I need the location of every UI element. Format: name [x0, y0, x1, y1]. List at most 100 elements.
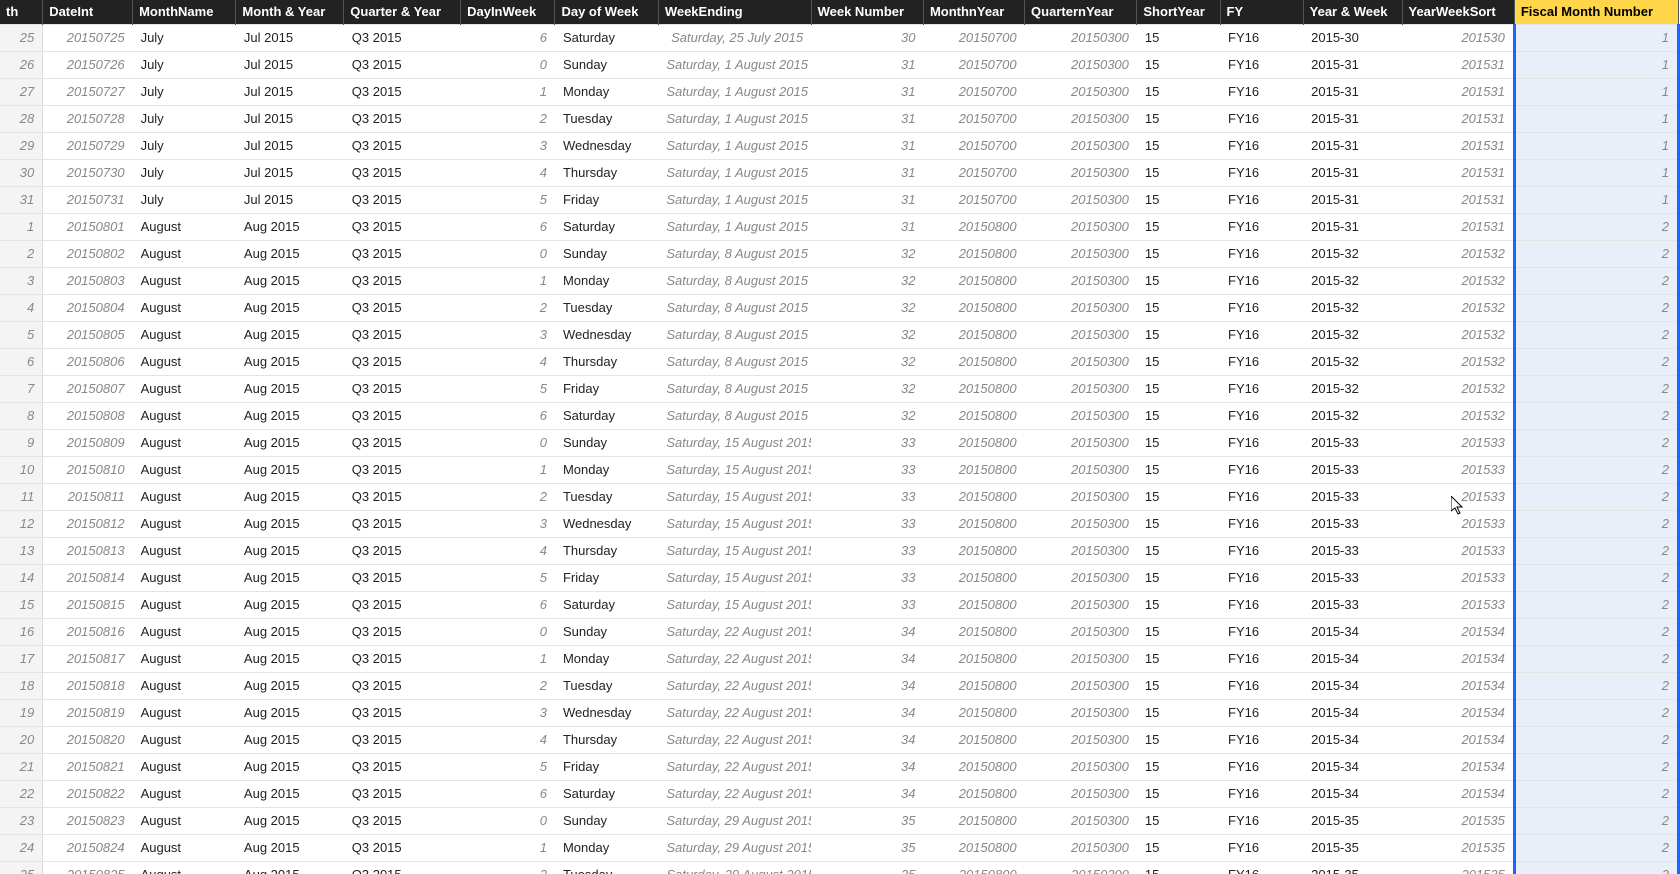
cell-dateInt[interactable]: 20150805 — [43, 321, 133, 348]
cell-monthYear[interactable]: Aug 2015 — [236, 510, 344, 537]
cell-quarterYear[interactable]: Q3 2015 — [344, 429, 461, 456]
col-header-yearWeekSort[interactable]: YearWeekSort — [1402, 0, 1514, 24]
cell-shortYear[interactable]: 15 — [1137, 348, 1220, 375]
cell-monthYear[interactable]: Aug 2015 — [236, 429, 344, 456]
cell-dayOfMonth[interactable]: 27 — [0, 78, 43, 105]
cell-yearWeek[interactable]: 2015-34 — [1303, 618, 1402, 645]
cell-weekNumber[interactable]: 32 — [811, 375, 923, 402]
cell-fiscalMonth[interactable]: 1 — [1514, 51, 1678, 78]
cell-monthYear[interactable]: Aug 2015 — [236, 834, 344, 861]
cell-monthnYear[interactable]: 20150700 — [923, 105, 1024, 132]
cell-shortYear[interactable]: 15 — [1137, 618, 1220, 645]
cell-quarternYear[interactable]: 20150300 — [1025, 213, 1137, 240]
cell-monthnYear[interactable]: 20150800 — [923, 510, 1024, 537]
cell-dayInWeek[interactable]: 2 — [461, 861, 555, 874]
cell-quarternYear[interactable]: 20150300 — [1025, 834, 1137, 861]
cell-dayOfWeek[interactable]: Thursday — [555, 348, 658, 375]
cell-shortYear[interactable]: 15 — [1137, 564, 1220, 591]
cell-quarternYear[interactable]: 20150300 — [1025, 564, 1137, 591]
cell-monthYear[interactable]: Aug 2015 — [236, 537, 344, 564]
cell-dayInWeek[interactable]: 5 — [461, 564, 555, 591]
table-row[interactable]: 1020150810AugustAug 2015Q3 20151MondaySa… — [0, 456, 1679, 483]
cell-weekNumber[interactable]: 32 — [811, 294, 923, 321]
cell-yearWeekSort[interactable]: 201533 — [1402, 483, 1514, 510]
cell-fiscalMonth[interactable]: 1 — [1514, 105, 1678, 132]
cell-monthYear[interactable]: Aug 2015 — [236, 483, 344, 510]
cell-quarterYear[interactable]: Q3 2015 — [344, 78, 461, 105]
cell-monthYear[interactable]: Jul 2015 — [236, 105, 344, 132]
cell-weekEnding[interactable]: Saturday, 8 August 2015 — [658, 321, 811, 348]
cell-weekNumber[interactable]: 32 — [811, 240, 923, 267]
table-row[interactable]: 2120150821AugustAug 2015Q3 20155FridaySa… — [0, 753, 1679, 780]
cell-weekEnding[interactable]: Saturday, 1 August 2015 — [658, 105, 811, 132]
cell-quarterYear[interactable]: Q3 2015 — [344, 294, 461, 321]
cell-weekEnding[interactable]: Saturday, 1 August 2015 — [658, 159, 811, 186]
cell-dateInt[interactable]: 20150727 — [43, 78, 133, 105]
cell-dayOfWeek[interactable]: Monday — [555, 456, 658, 483]
cell-monthnYear[interactable]: 20150700 — [923, 132, 1024, 159]
cell-shortYear[interactable]: 15 — [1137, 726, 1220, 753]
col-header-dateInt[interactable]: DateInt — [43, 0, 133, 24]
table-row[interactable]: 720150807AugustAug 2015Q3 20155FridaySat… — [0, 375, 1679, 402]
table-row[interactable]: 1620150816AugustAug 2015Q3 20150SundaySa… — [0, 618, 1679, 645]
cell-weekNumber[interactable]: 34 — [811, 645, 923, 672]
cell-dayOfWeek[interactable]: Thursday — [555, 537, 658, 564]
cell-quarternYear[interactable]: 20150300 — [1025, 510, 1137, 537]
cell-yearWeek[interactable]: 2015-31 — [1303, 159, 1402, 186]
cell-dayInWeek[interactable]: 6 — [461, 402, 555, 429]
cell-weekNumber[interactable]: 33 — [811, 456, 923, 483]
cell-fy[interactable]: FY16 — [1220, 78, 1303, 105]
table-row[interactable]: 2220150822AugustAug 2015Q3 20156Saturday… — [0, 780, 1679, 807]
cell-dayOfMonth[interactable]: 11 — [0, 483, 43, 510]
cell-quarternYear[interactable]: 20150300 — [1025, 267, 1137, 294]
cell-fy[interactable]: FY16 — [1220, 537, 1303, 564]
cell-monthnYear[interactable]: 20150800 — [923, 591, 1024, 618]
cell-monthnYear[interactable]: 20150700 — [923, 24, 1024, 51]
cell-yearWeekSort[interactable]: 201531 — [1402, 105, 1514, 132]
cell-monthName[interactable]: August — [133, 213, 236, 240]
cell-dayOfMonth[interactable]: 20 — [0, 726, 43, 753]
cell-dayInWeek[interactable]: 0 — [461, 51, 555, 78]
cell-quarternYear[interactable]: 20150300 — [1025, 456, 1137, 483]
cell-quarterYear[interactable]: Q3 2015 — [344, 159, 461, 186]
cell-monthYear[interactable]: Aug 2015 — [236, 375, 344, 402]
cell-quarternYear[interactable]: 20150300 — [1025, 132, 1137, 159]
cell-shortYear[interactable]: 15 — [1137, 699, 1220, 726]
cell-quarternYear[interactable]: 20150300 — [1025, 483, 1137, 510]
cell-fiscalMonth[interactable]: 2 — [1514, 213, 1678, 240]
cell-dayInWeek[interactable]: 6 — [461, 24, 555, 51]
cell-weekEnding[interactable]: Saturday, 8 August 2015 — [658, 267, 811, 294]
cell-fy[interactable]: FY16 — [1220, 618, 1303, 645]
cell-yearWeek[interactable]: 2015-34 — [1303, 672, 1402, 699]
cell-monthName[interactable]: August — [133, 564, 236, 591]
cell-fy[interactable]: FY16 — [1220, 51, 1303, 78]
cell-dateInt[interactable]: 20150812 — [43, 510, 133, 537]
col-header-yearWeek[interactable]: Year & Week — [1303, 0, 1402, 24]
cell-dateInt[interactable]: 20150814 — [43, 564, 133, 591]
cell-dayOfWeek[interactable]: Monday — [555, 834, 658, 861]
cell-dayInWeek[interactable]: 2 — [461, 294, 555, 321]
cell-fy[interactable]: FY16 — [1220, 159, 1303, 186]
col-header-dayOfWeek[interactable]: Day of Week — [555, 0, 658, 24]
cell-dayOfMonth[interactable]: 29 — [0, 132, 43, 159]
cell-weekNumber[interactable]: 33 — [811, 564, 923, 591]
cell-dayOfWeek[interactable]: Friday — [555, 564, 658, 591]
cell-weekEnding[interactable]: Saturday, 15 August 2015 — [658, 564, 811, 591]
cell-fiscalMonth[interactable]: 1 — [1514, 24, 1678, 51]
cell-monthName[interactable]: August — [133, 294, 236, 321]
cell-yearWeekSort[interactable]: 201531 — [1402, 51, 1514, 78]
cell-yearWeekSort[interactable]: 201534 — [1402, 699, 1514, 726]
cell-quarternYear[interactable]: 20150300 — [1025, 348, 1137, 375]
cell-dayOfWeek[interactable]: Thursday — [555, 726, 658, 753]
cell-weekNumber[interactable]: 34 — [811, 753, 923, 780]
table-row[interactable]: 2720150727JulyJul 2015Q3 20151MondaySatu… — [0, 78, 1679, 105]
cell-fiscalMonth[interactable]: 2 — [1514, 510, 1678, 537]
cell-yearWeek[interactable]: 2015-33 — [1303, 456, 1402, 483]
cell-weekEnding[interactable]: Saturday, 15 August 2015 — [658, 591, 811, 618]
cell-monthName[interactable]: August — [133, 618, 236, 645]
cell-monthnYear[interactable]: 20150800 — [923, 402, 1024, 429]
cell-monthnYear[interactable]: 20150800 — [923, 645, 1024, 672]
cell-monthYear[interactable]: Aug 2015 — [236, 726, 344, 753]
col-header-dayOfMonth[interactable]: th — [0, 0, 43, 24]
cell-yearWeekSort[interactable]: 201531 — [1402, 78, 1514, 105]
